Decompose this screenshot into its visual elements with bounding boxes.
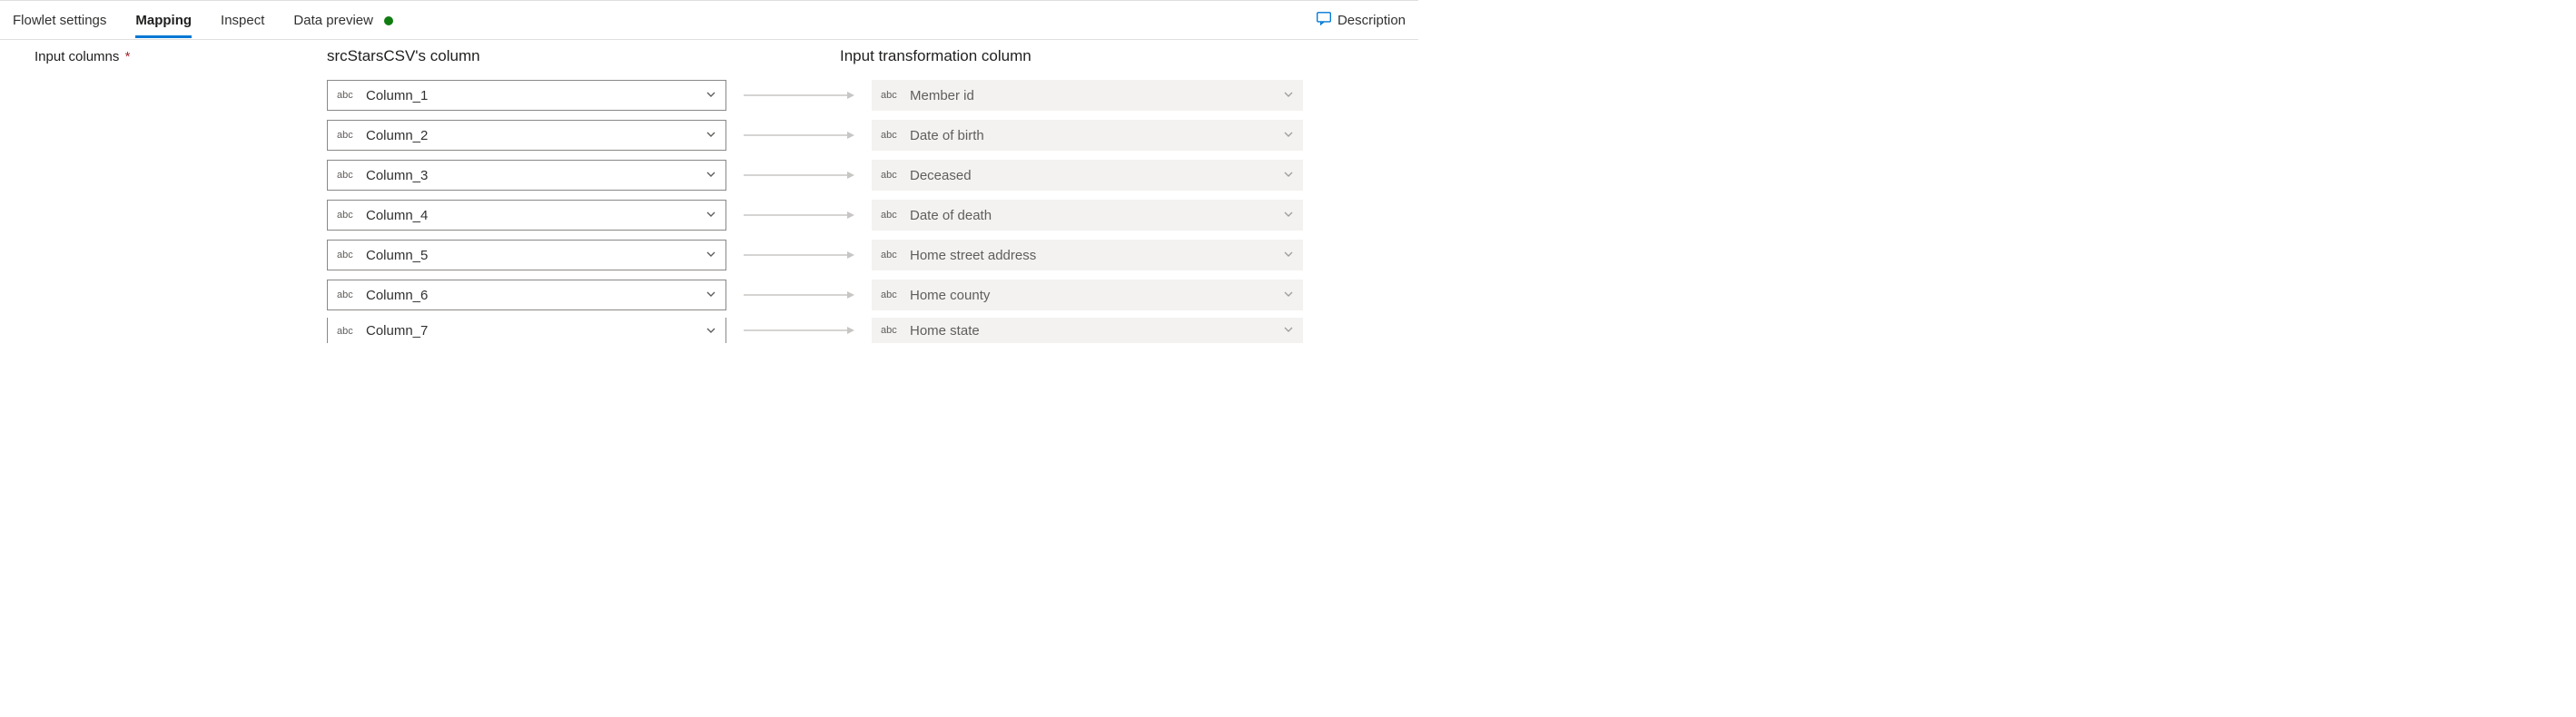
target-column-value: Member id [910, 88, 1283, 103]
description-label: Description [1337, 13, 1406, 28]
mapping-arrow [726, 90, 872, 101]
source-column-value: Column_4 [366, 208, 706, 223]
target-column-value: Home county [910, 288, 1283, 303]
type-abc-icon: abc [337, 326, 357, 337]
target-column-dropdown[interactable]: abc Member id [872, 80, 1303, 111]
target-column-value: Date of birth [910, 128, 1283, 143]
target-column-header: Input transformation column [840, 47, 1271, 65]
tab-bar: Flowlet settings Mapping Inspect Data pr… [0, 0, 1418, 40]
type-abc-icon: abc [337, 250, 357, 260]
type-abc-icon: abc [881, 325, 901, 336]
mapping-row: abc Column_7 abc Home state [272, 318, 1384, 343]
chevron-down-icon [706, 248, 716, 262]
input-columns-text: Input columns [35, 49, 119, 64]
mapping-content: Input columns * srcStarsCSV's column Inp… [0, 40, 1418, 343]
type-abc-icon: abc [337, 130, 357, 141]
chevron-down-icon [1283, 128, 1294, 142]
comment-icon [1316, 10, 1332, 30]
target-column-value: Home street address [910, 248, 1283, 263]
target-column-dropdown[interactable]: abc Home street address [872, 240, 1303, 270]
type-abc-icon: abc [337, 210, 357, 221]
mapping-row: abc Column_4 abc Date of death [272, 198, 1384, 232]
target-column-dropdown[interactable]: abc Date of death [872, 200, 1303, 231]
type-abc-icon: abc [881, 170, 901, 181]
source-column-value: Column_5 [366, 248, 706, 263]
target-column-value: Home state [910, 323, 1283, 339]
target-column-dropdown[interactable]: abc Home state [872, 318, 1303, 343]
type-abc-icon: abc [337, 170, 357, 181]
source-column-dropdown[interactable]: abc Column_1 [327, 80, 726, 111]
source-column-dropdown[interactable]: abc Column_5 [327, 240, 726, 270]
tab-mapping[interactable]: Mapping [135, 4, 192, 37]
type-abc-icon: abc [337, 90, 357, 101]
mapping-row: abc Column_2 abc Date of birth [272, 118, 1384, 152]
chevron-down-icon [1283, 323, 1294, 338]
chevron-down-icon [1283, 168, 1294, 182]
source-column-value: Column_6 [366, 288, 706, 303]
chevron-down-icon [706, 324, 716, 339]
source-column-value: Column_7 [366, 323, 706, 339]
source-column-header: srcStarsCSV's column [272, 47, 731, 65]
source-column-value: Column_3 [366, 168, 706, 183]
type-abc-icon: abc [337, 290, 357, 300]
target-column-value: Deceased [910, 168, 1283, 183]
target-column-dropdown[interactable]: abc Date of birth [872, 120, 1303, 151]
mapping-arrow [726, 250, 872, 260]
target-column-dropdown[interactable]: abc Home county [872, 280, 1303, 310]
mapping-arrow [726, 210, 872, 221]
tab-data-preview-label: Data preview [293, 13, 373, 28]
tab-inspect[interactable]: Inspect [221, 4, 264, 37]
chevron-down-icon [706, 288, 716, 302]
chevron-down-icon [1283, 88, 1294, 103]
type-abc-icon: abc [881, 130, 901, 141]
source-column-dropdown[interactable]: abc Column_6 [327, 280, 726, 310]
mapping-row: abc Column_1 abc Member id [272, 78, 1384, 113]
mapping-area: srcStarsCSV's column Input transformatio… [272, 47, 1384, 343]
status-dot-icon [384, 16, 393, 25]
mapping-arrow [726, 325, 872, 336]
type-abc-icon: abc [881, 250, 901, 260]
type-abc-icon: abc [881, 210, 901, 221]
source-column-value: Column_1 [366, 88, 706, 103]
chevron-down-icon [1283, 288, 1294, 302]
tab-flowlet-settings[interactable]: Flowlet settings [13, 4, 106, 37]
source-column-value: Column_2 [366, 128, 706, 143]
mapping-rows: abc Column_1 abc Member id [272, 78, 1384, 343]
source-column-dropdown[interactable]: abc Column_2 [327, 120, 726, 151]
mapping-arrow [726, 170, 872, 181]
column-headers: srcStarsCSV's column Input transformatio… [272, 47, 1384, 65]
tab-data-preview[interactable]: Data preview [293, 4, 393, 37]
target-column-value: Date of death [910, 208, 1283, 223]
chevron-down-icon [706, 128, 716, 142]
chevron-down-icon [1283, 248, 1294, 262]
type-abc-icon: abc [881, 90, 901, 101]
mapping-row: abc Column_6 abc Home county [272, 278, 1384, 312]
chevron-down-icon [706, 168, 716, 182]
source-column-dropdown[interactable]: abc Column_4 [327, 200, 726, 231]
description-button[interactable]: Description [1316, 10, 1406, 30]
chevron-down-icon [706, 208, 716, 222]
source-column-dropdown[interactable]: abc Column_3 [327, 160, 726, 191]
chevron-down-icon [706, 88, 716, 103]
source-column-dropdown[interactable]: abc Column_7 [327, 318, 726, 343]
input-columns-label: Input columns * [35, 47, 272, 343]
target-column-dropdown[interactable]: abc Deceased [872, 160, 1303, 191]
mapping-arrow [726, 290, 872, 300]
mapping-row: abc Column_5 abc Home street address [272, 238, 1384, 272]
chevron-down-icon [1283, 208, 1294, 222]
type-abc-icon: abc [881, 290, 901, 300]
mapping-row: abc Column_3 abc Deceased [272, 158, 1384, 192]
required-mark: * [125, 49, 131, 64]
mapping-arrow [726, 130, 872, 141]
